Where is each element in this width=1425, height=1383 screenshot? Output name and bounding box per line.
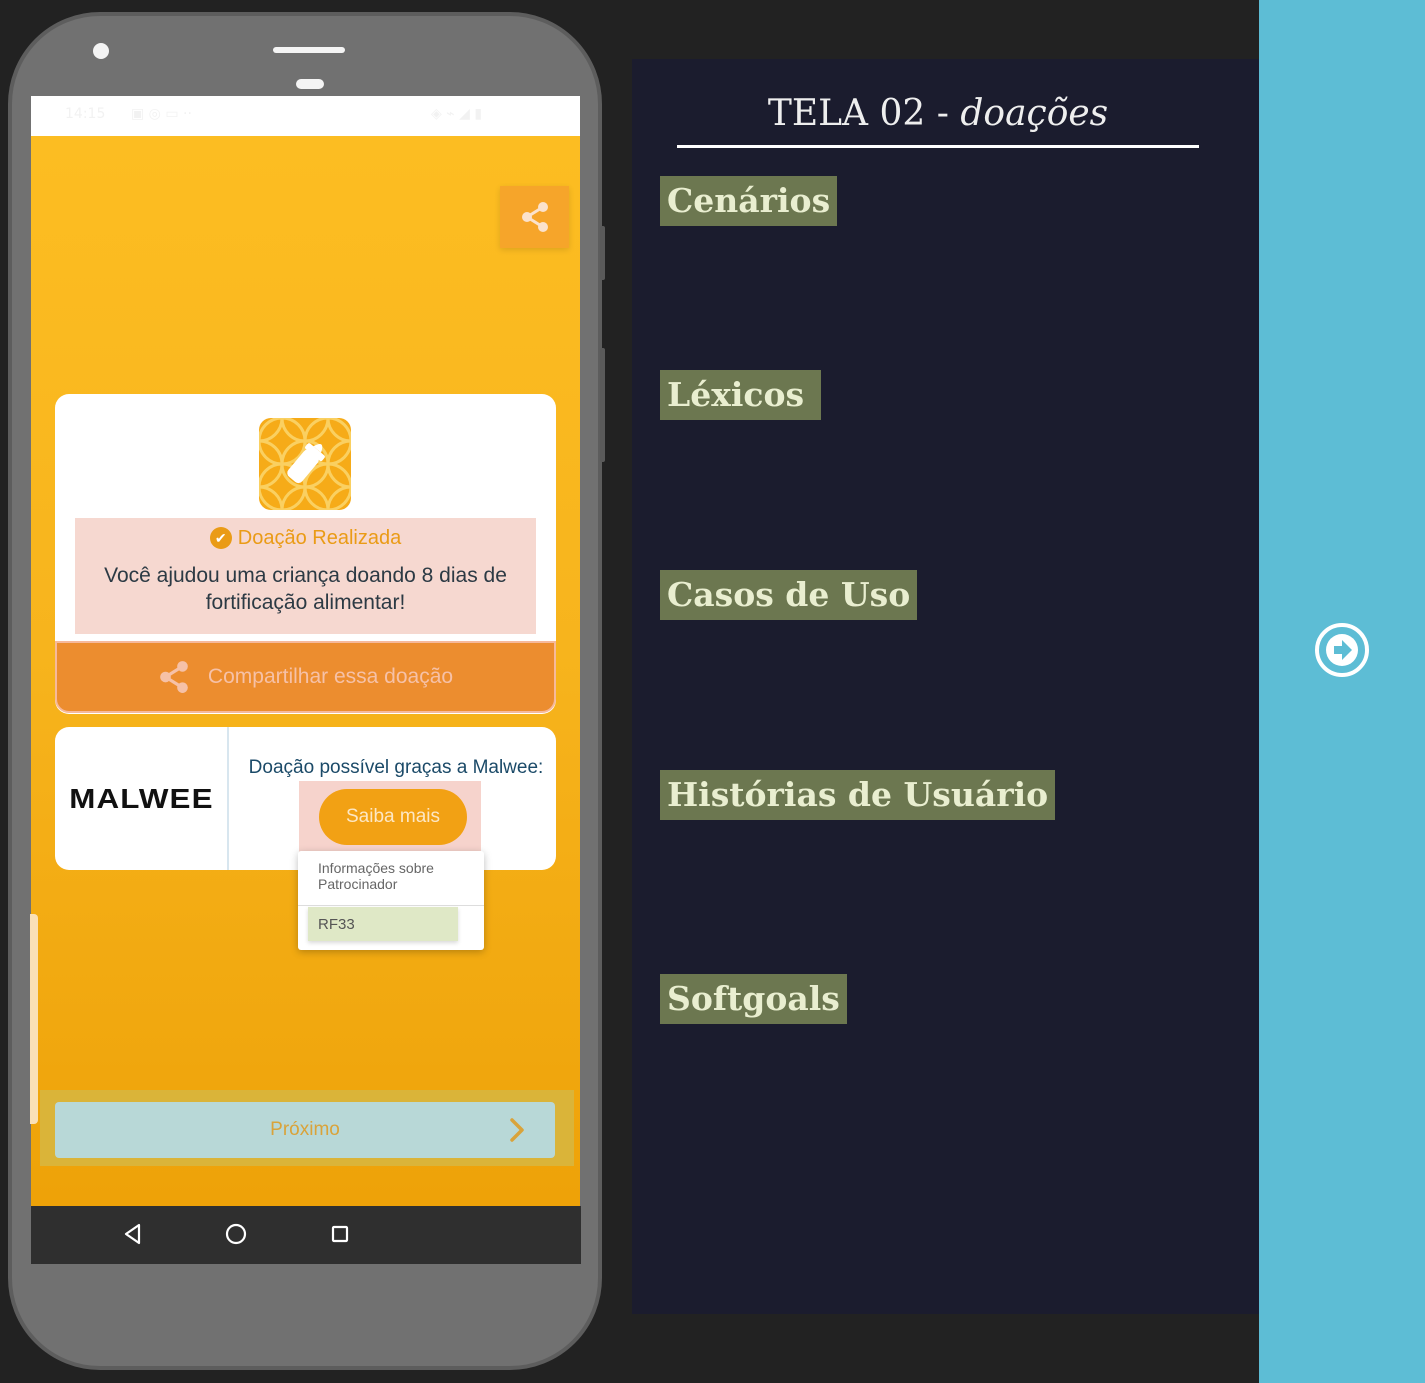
malwee-logo: MALWEE: [55, 727, 229, 870]
share-icon: [521, 202, 548, 232]
phone-screen: 14:15 ▣ ◎ ▭ ·· ◈ ⌁ ◢ ▮ ✔ Doação Realizad…: [31, 96, 580, 1206]
tag-softgoals: Softgoals: [660, 974, 847, 1024]
next-button-highlight: Próximo: [40, 1090, 574, 1166]
title-underline: [677, 145, 1199, 148]
recents-icon[interactable]: [331, 1222, 349, 1246]
donation-status: ✔ Doação Realizada: [75, 527, 536, 550]
screen-edge-highlight: [30, 914, 38, 1124]
arrow-right-circle-icon[interactable]: [1314, 622, 1370, 678]
donation-message: Você ajudou uma criança doando 8 dias de…: [104, 564, 507, 614]
tag-casos-de-uso: Casos de Uso: [660, 570, 918, 620]
saiba-mais-highlight: Saiba mais: [299, 781, 481, 853]
tag-cenarios: Cenários: [660, 176, 838, 226]
side-navigation-panel: [1259, 0, 1425, 1383]
requirement-tag: RF33: [308, 907, 458, 941]
volume-button: [600, 226, 605, 280]
share-donation-label: Compartilhar essa doação: [207, 665, 454, 688]
chevron-right-icon: [510, 1118, 524, 1142]
tooltip-divider: [298, 905, 484, 906]
saiba-mais-button[interactable]: Saiba mais: [319, 789, 467, 845]
tag-lexicos: Léxicos: [660, 370, 821, 420]
sponsor-info-tooltip: Informações sobre Patrocinador RF33: [298, 851, 484, 950]
slide-title: TELA 02 - doações: [767, 93, 1109, 134]
proximity-sensor: [296, 79, 324, 89]
earpiece-speaker: [273, 47, 345, 53]
tooltip-info-text: Informações sobre Patrocinador: [318, 860, 434, 892]
canvas: 14:15 ▣ ◎ ▭ ·· ◈ ⌁ ◢ ▮ ✔ Doação Realizad…: [0, 0, 1425, 1383]
status-time: 14:15: [65, 106, 106, 122]
next-button[interactable]: Próximo: [55, 1102, 555, 1158]
front-camera: [93, 43, 109, 59]
share-donation-button[interactable]: Compartilhar essa doação: [55, 641, 556, 713]
baby-bottle-icon: [259, 418, 351, 510]
android-nav-bar: [31, 1206, 581, 1264]
check-circle-icon: ✔: [209, 527, 232, 549]
share-icon-button[interactable]: [500, 186, 569, 248]
power-button: [600, 348, 605, 462]
slide-panel: TELA 02 - doações Cenários Léxicos Casos…: [632, 59, 1259, 1314]
status-bar: 14:15 ▣ ◎ ▭ ·· ◈ ⌁ ◢ ▮: [31, 96, 580, 136]
status-icons-right: ◈ ⌁ ◢ ▮: [431, 106, 483, 122]
tag-historias-de-usuario: Histórias de Usuário: [660, 770, 1056, 820]
status-icons-left: ▣ ◎ ▭ ··: [131, 106, 192, 122]
donation-message-box: ✔ Doação Realizada Você ajudou uma crianç…: [75, 518, 536, 634]
sponsor-card: MALWEE Doação possível graças a Malwee: …: [55, 727, 556, 870]
next-button-label: Próximo: [270, 1119, 340, 1140]
home-icon[interactable]: [224, 1222, 248, 1246]
back-icon[interactable]: [123, 1222, 143, 1246]
sponsor-text: Doação possível graças a Malwee:: [248, 757, 544, 778]
share-icon: [160, 661, 188, 693]
